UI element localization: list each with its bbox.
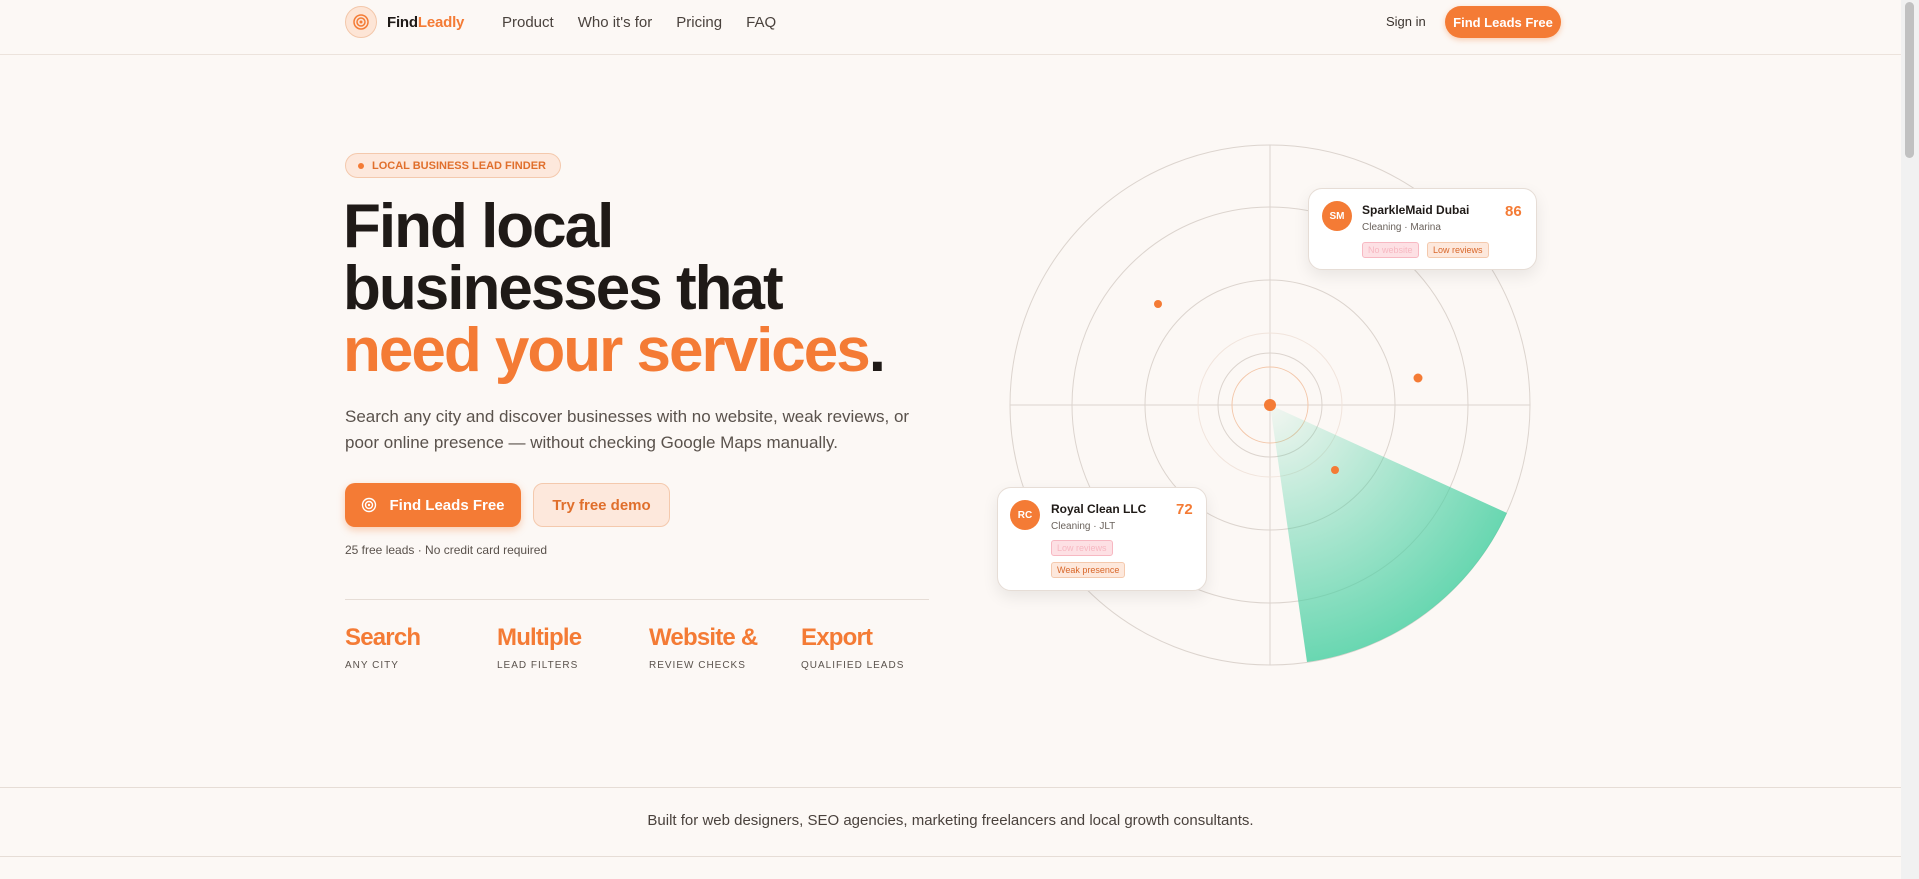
- brand-logo[interactable]: FindLeadly: [345, 6, 464, 38]
- nav-link-faq[interactable]: FAQ: [746, 14, 776, 31]
- top-navigation: FindLeadly Product Who it's for Pricing …: [0, 0, 1901, 55]
- lead-score: 86: [1505, 203, 1522, 220]
- stat-label: QUALIFIED LEADS: [801, 660, 905, 671]
- scrollbar-thumb[interactable]: [1905, 2, 1914, 158]
- tag-no-website: No website: [1362, 242, 1419, 258]
- radar-center: [1264, 399, 1276, 411]
- tag-low-reviews: Low reviews: [1427, 242, 1489, 258]
- stat-label: REVIEW CHECKS: [649, 660, 746, 671]
- lead-card-sparklemaid[interactable]: SM SparkleMaid Dubai Cleaning · Marina 8…: [1308, 188, 1537, 270]
- stat-export: Export QUALIFIED LEADS: [801, 624, 904, 671]
- brand-name-part1: Find: [387, 13, 418, 31]
- hero-title-line3: need your services.: [343, 320, 886, 382]
- stat-label: ANY CITY: [345, 660, 399, 671]
- badge-dot-icon: [358, 162, 364, 169]
- lead-name: Royal Clean LLC: [1051, 502, 1147, 516]
- hero-subtitle: Search any city and discover businesses …: [345, 407, 910, 452]
- stat-title: Multiple: [497, 624, 582, 651]
- brand-name: FindLeadly: [387, 14, 464, 31]
- brand-name-part2: Leadly: [417, 13, 465, 31]
- target-icon: [345, 6, 377, 38]
- try-demo-button[interactable]: Try free demo: [533, 483, 670, 527]
- avatar: SM: [1322, 201, 1352, 231]
- tag-weak-presence: Weak presence: [1051, 562, 1126, 578]
- stat-title: Website &: [649, 624, 758, 651]
- tag-low-reviews: Low reviews: [1051, 540, 1113, 556]
- stat-label: LEAD FILTERS: [497, 660, 579, 671]
- stats-divider: [345, 599, 929, 600]
- lead-meta: Cleaning · Marina: [1362, 222, 1441, 233]
- find-leads-button[interactable]: Find Leads Free: [345, 483, 521, 527]
- nav-link-product[interactable]: Product: [502, 14, 554, 31]
- stat-title: Export: [801, 624, 873, 651]
- lead-card-royal-clean[interactable]: RC Royal Clean LLC Cleaning · JLT 72 Low…: [997, 487, 1207, 591]
- nav-links: Product Who it's for Pricing FAQ: [502, 14, 776, 31]
- lead-score: 72: [1176, 501, 1193, 518]
- avatar: RC: [1010, 500, 1040, 530]
- hero-badge: LOCAL BUSINESS LEAD FINDER: [345, 153, 561, 178]
- nav-link-who-its-for[interactable]: Who it's for: [578, 14, 653, 31]
- nav-link-pricing[interactable]: Pricing: [676, 14, 722, 31]
- stat-filters: Multiple LEAD FILTERS: [497, 624, 582, 671]
- lead-meta: Cleaning · JLT: [1051, 521, 1116, 532]
- lead-dot: [1154, 300, 1162, 308]
- lead-name: SparkleMaid Dubai: [1362, 203, 1470, 217]
- hero-title: Find local businesses that need your ser…: [343, 192, 886, 382]
- target-icon: [362, 497, 377, 513]
- stat-title: Search: [345, 624, 421, 651]
- badge-label: LOCAL BUSINESS LEAD FINDER: [372, 159, 546, 172]
- hero-title-line2: businesses that: [343, 254, 784, 323]
- audience-text: Built for web designers, SEO agencies, m…: [647, 812, 1254, 829]
- free-leads-note: 25 free leads · No credit card required: [345, 543, 548, 557]
- stat-checks: Website & REVIEW CHECKS: [649, 624, 758, 671]
- hero-title-accent: need your services: [343, 316, 871, 385]
- lead-dot: [1413, 373, 1423, 383]
- nav-find-leads-button[interactable]: Find Leads Free: [1445, 6, 1561, 38]
- stat-search: Search ANY CITY: [345, 624, 421, 671]
- lead-dot: [1331, 466, 1339, 474]
- find-leads-button-label: Find Leads Free: [389, 496, 505, 514]
- hero-title-line1: Find local: [343, 192, 614, 261]
- sign-in-link[interactable]: Sign in: [1386, 14, 1426, 29]
- hero-title-period: .: [868, 316, 886, 385]
